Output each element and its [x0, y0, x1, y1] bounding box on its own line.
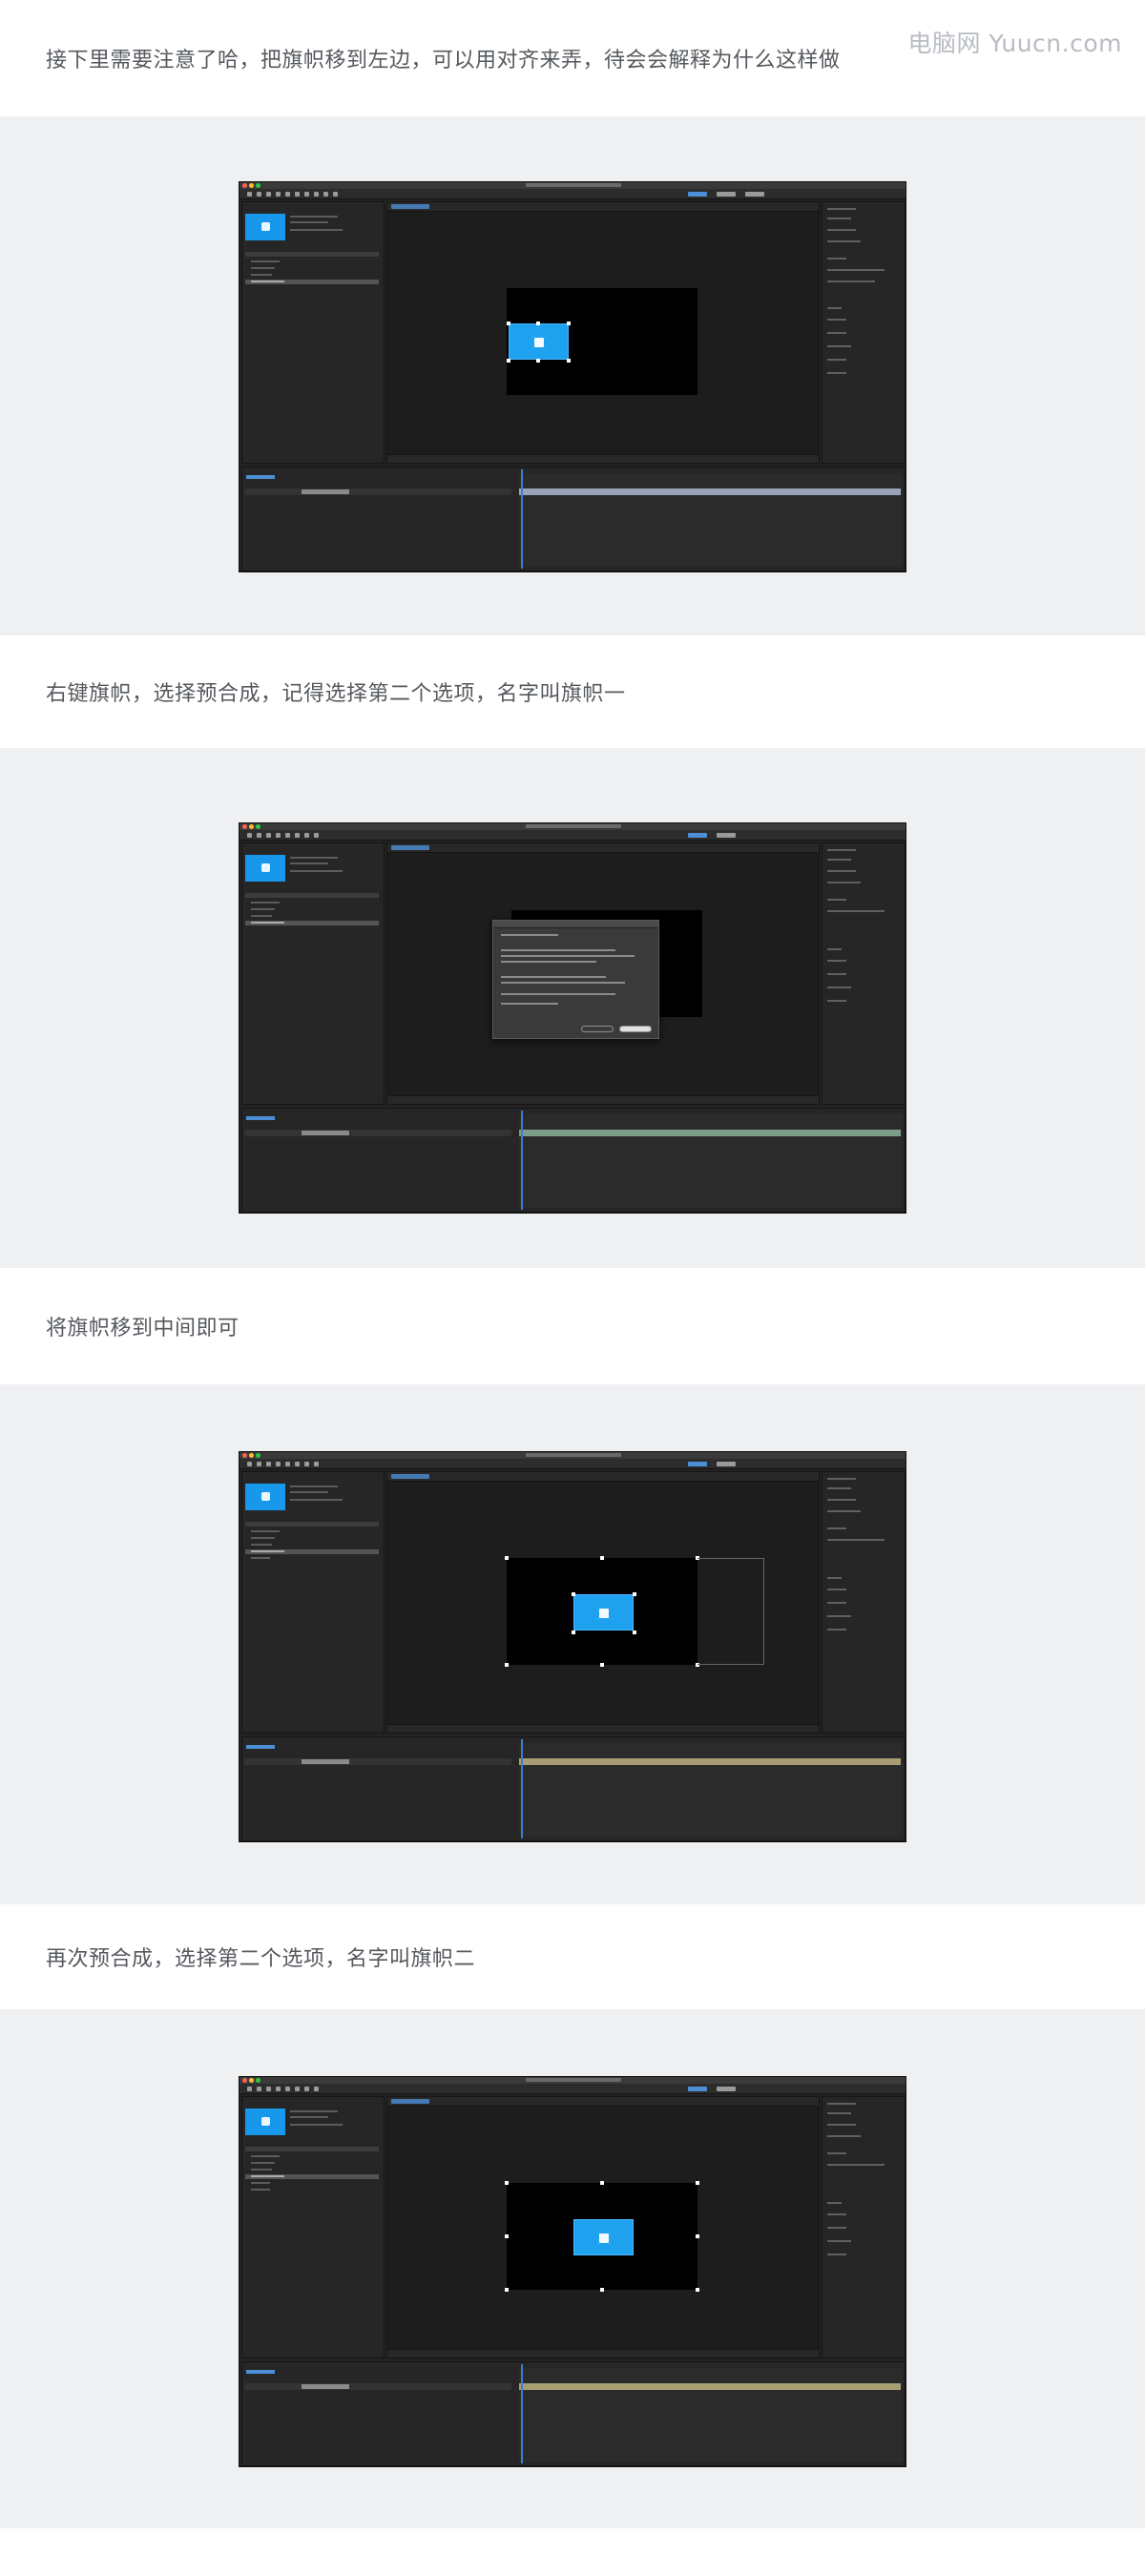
current-time-indicator [521, 469, 523, 569]
properties-panel [822, 201, 906, 464]
timecode [246, 475, 275, 479]
ae-screenshot-step-2 [239, 822, 906, 1214]
step-1-screenshot-band [0, 116, 1145, 635]
step-4-screenshot-band [0, 2009, 1145, 2528]
step-4-caption: 再次预合成，选择第二个选项，名字叫旗帜二 [46, 1947, 476, 1971]
ae-screenshot-step-4 [239, 2076, 906, 2467]
composition-viewer [386, 201, 820, 464]
flag-layer [509, 323, 569, 360]
page-bottom [0, 2528, 1145, 2576]
ae-toolbar [239, 189, 906, 199]
step-2-screenshot-band [0, 748, 1145, 1268]
ae-screenshot-step-1 [239, 181, 906, 572]
comp-stage [507, 288, 697, 395]
step-1-caption: 接下里需要注意了哈，把旗帜移到左边，可以用对齐来弄，待会会解释为什么这样做 [46, 49, 841, 73]
project-panel [241, 201, 385, 464]
step-3-caption: 将旗帜移到中间即可 [46, 1317, 239, 1340]
step-4-caption-band: 再次预合成，选择第二个选项，名字叫旗帜二 [0, 1904, 1145, 2009]
step-2-caption: 右键旗帜，选择预合成，记得选择第二个选项，名字叫旗帜一 [46, 682, 626, 706]
flag-thumbnail [245, 214, 285, 240]
timeline-panel [241, 467, 906, 571]
ae-screenshot-step-3 [239, 1451, 906, 1842]
step-3-caption-band: 将旗帜移到中间即可 [0, 1268, 1145, 1384]
mac-menubar [239, 182, 906, 189]
step-3-screenshot-band [0, 1384, 1145, 1904]
step-2-caption-band: 右键旗帜，选择预合成，记得选择第二个选项，名字叫旗帜一 [0, 635, 1145, 748]
precompose-dialog [492, 920, 659, 1039]
site-watermark: 电脑网 Yuucn.com [907, 30, 1122, 57]
layer-duration-bar [519, 488, 901, 495]
